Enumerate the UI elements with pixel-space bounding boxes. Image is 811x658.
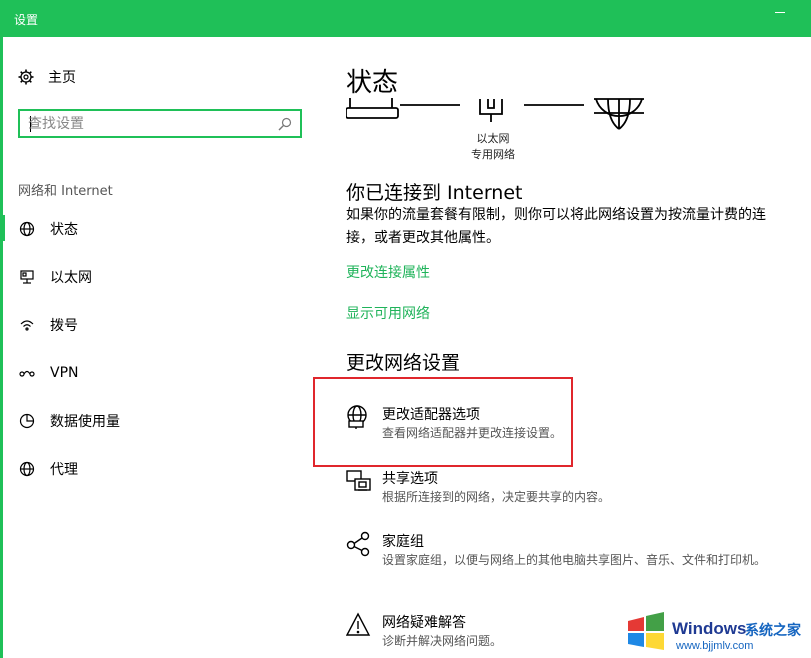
watermark-brand: Windows [672, 619, 747, 638]
section-heading-network: 网络和 Internet [18, 184, 113, 199]
sidebar-item-vpn[interactable]: VPN [18, 362, 79, 384]
homegroup-icon [346, 531, 370, 557]
sidebar-item-status[interactable]: 状态 [18, 218, 78, 240]
sidebar-item-label: 拨号 [50, 318, 78, 334]
search-box[interactable] [18, 109, 302, 138]
sharing-icon [346, 470, 371, 491]
watermark: Windows 系统之家 www.bjjmlv.com [618, 605, 811, 658]
active-indicator [0, 215, 5, 241]
option-title: 家庭组 [382, 534, 424, 550]
search-input[interactable] [28, 115, 268, 133]
title-bar: 设置 [0, 0, 811, 37]
pc-icon [346, 98, 399, 119]
ethernet-diagram-label: 以太网 专用网络 [471, 132, 515, 161]
option-description: 根据所连接到的网络，决定要共享的内容。 [382, 490, 611, 504]
sidebar-item-data-usage[interactable]: 数据使用量 [18, 410, 120, 432]
data-usage-icon [18, 412, 36, 430]
home-nav-item[interactable]: 主页 [18, 66, 76, 88]
highlight-box [313, 377, 573, 467]
sidebar-item-label: 以太网 [50, 270, 92, 286]
connected-description: 如果你的流量套餐有限制，则你可以将此网络设置为按流量计费的连接，或者更改其他属性… [346, 207, 766, 246]
change-settings-heading: 更改网络设置 [346, 352, 461, 374]
show-available-networks-link[interactable]: 显示可用网络 [346, 303, 430, 323]
ethernet-icon [18, 268, 36, 286]
sidebar-item-label: 代理 [50, 462, 78, 478]
sidebar-item-label: VPN [50, 365, 79, 381]
sidebar-item-dialup[interactable]: 拨号 [18, 314, 78, 336]
window-title: 设置 [14, 13, 39, 27]
watermark-brand-cn: 系统之家 [745, 623, 801, 639]
dialup-icon [18, 316, 36, 334]
connected-heading: 你已连接到 Internet [346, 182, 523, 204]
warning-icon [346, 612, 371, 636]
sidebar-item-label: 数据使用量 [50, 414, 120, 430]
globe-icon [18, 460, 36, 478]
sidebar-item-proxy[interactable]: 代理 [18, 458, 78, 480]
network-diagram [346, 98, 644, 130]
globe-status-icon [18, 220, 36, 238]
sidebar-item-label: 状态 [50, 222, 78, 238]
watermark-url: www.bjjmlv.com [676, 640, 754, 652]
internet-globe-icon [594, 98, 644, 130]
page-title: 状态 [346, 68, 399, 98]
windows-logo-icon [628, 612, 664, 650]
search-icon[interactable] [278, 117, 292, 131]
option-description: 设置家庭组，以便与网络上的其他电脑共享图片、音乐、文件和打印机。 [382, 553, 767, 567]
ethernet-jack-icon [479, 99, 503, 122]
option-title: 网络疑难解答 [382, 615, 466, 631]
window-left-edge [0, 37, 3, 658]
gear-icon [18, 69, 34, 85]
vpn-icon [18, 364, 36, 382]
change-connection-properties-link[interactable]: 更改连接属性 [346, 262, 430, 282]
home-label: 主页 [48, 70, 76, 86]
sidebar-item-ethernet[interactable]: 以太网 [18, 266, 92, 288]
option-title: 共享选项 [382, 471, 438, 487]
minimize-button[interactable] [775, 12, 785, 13]
